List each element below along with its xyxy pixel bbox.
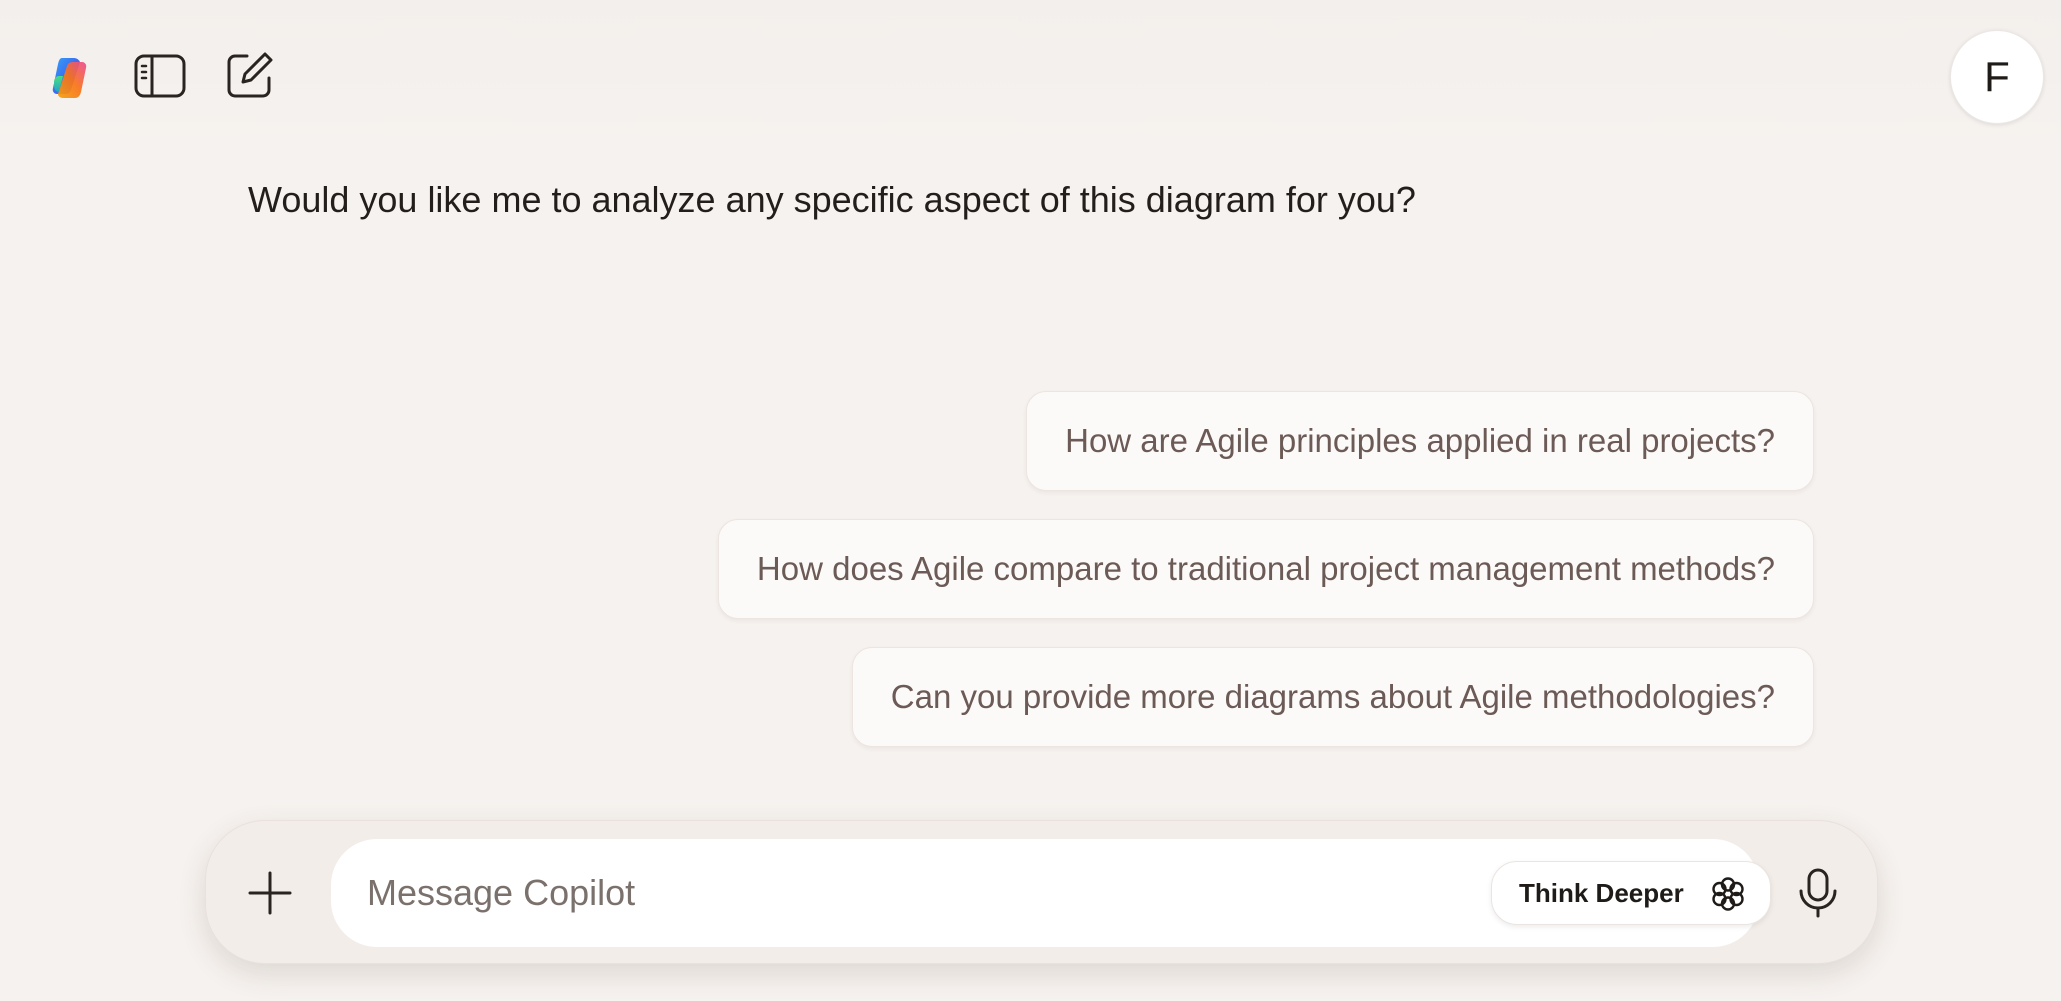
user-avatar[interactable]: F	[1950, 30, 2044, 124]
voice-input-button[interactable]	[1782, 857, 1854, 929]
top-bar	[0, 0, 2061, 150]
message-input-container: Think Deeper	[331, 839, 1771, 947]
think-deeper-icon	[1712, 877, 1744, 911]
assistant-message: Would you like me to analyze any specifi…	[248, 179, 1416, 220]
avatar-initial: F	[1984, 53, 2010, 100]
new-chat-icon	[227, 52, 273, 98]
suggestion-chip[interactable]: How does Agile compare to traditional pr…	[717, 519, 1814, 619]
copilot-app: F Would you like me to analyze any speci…	[0, 0, 2061, 1001]
suggestion-label: How are Agile principles applied in real…	[1065, 422, 1775, 459]
add-attachment-button[interactable]	[236, 859, 304, 927]
suggestion-chip[interactable]: How are Agile principles applied in real…	[1026, 391, 1814, 491]
microphone-icon	[1799, 868, 1837, 918]
think-deeper-label: Think Deeper	[1519, 877, 1684, 908]
sidebar-toggle-icon	[134, 54, 186, 98]
message-input[interactable]	[367, 839, 1467, 947]
suggestion-label: How does Agile compare to traditional pr…	[756, 550, 1775, 587]
suggestion-chip[interactable]: Can you provide more diagrams about Agil…	[851, 647, 1814, 747]
new-chat-button[interactable]	[218, 44, 282, 106]
plus-icon	[248, 871, 292, 915]
think-deeper-button[interactable]: Think Deeper	[1491, 861, 1771, 925]
copilot-logo-icon[interactable]	[40, 48, 104, 104]
message-composer: Think Deeper	[205, 820, 1878, 964]
suggestion-label: Can you provide more diagrams about Agil…	[890, 678, 1775, 715]
sidebar-toggle-button[interactable]	[128, 46, 192, 106]
